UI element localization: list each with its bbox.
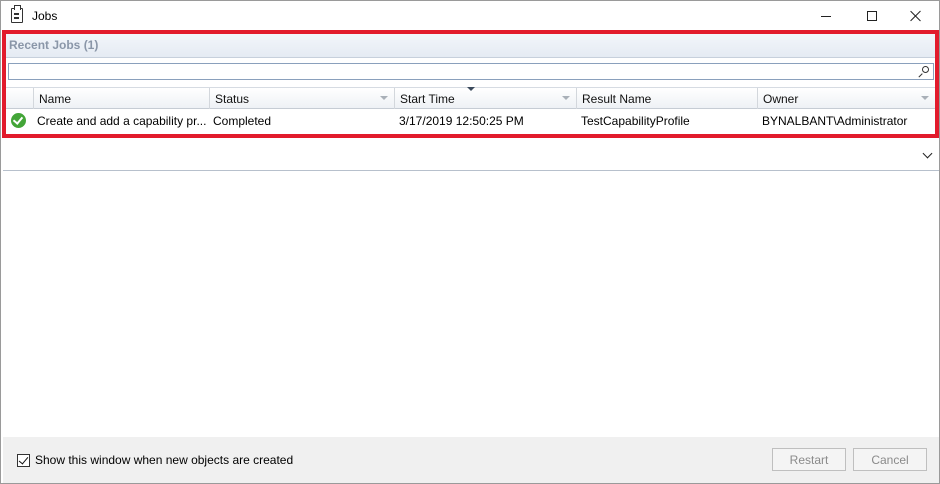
minimize-button[interactable] xyxy=(803,1,849,31)
success-check-icon xyxy=(11,113,26,128)
title-bar[interactable]: Jobs xyxy=(1,1,939,31)
sort-descending-icon xyxy=(467,87,475,91)
column-header-name[interactable]: Name xyxy=(33,88,209,109)
chevron-down-icon[interactable] xyxy=(922,148,933,159)
table-row[interactable]: Create and add a capability pr... Comple… xyxy=(6,110,935,132)
cell-start-time: 3/17/2019 12:50:25 PM xyxy=(399,114,524,128)
cancel-button[interactable]: Cancel xyxy=(853,448,927,471)
column-header-start-time[interactable]: Start Time xyxy=(394,87,576,109)
maximize-icon xyxy=(867,11,877,21)
clipboard-icon xyxy=(11,5,23,23)
recent-jobs-title: Recent Jobs (1) xyxy=(9,38,99,52)
cell-name: Create and add a capability pr... xyxy=(37,114,207,128)
search-input[interactable] xyxy=(8,63,934,80)
cell-owner: BYNALBANT\Administrator xyxy=(762,114,908,128)
maximize-button[interactable] xyxy=(849,1,895,31)
jobs-grid-header: Name Status Start Time Result Name Owner xyxy=(6,87,935,109)
footer-bar: Show this window when new objects are cr… xyxy=(3,437,939,483)
restart-button[interactable]: Restart xyxy=(772,448,846,471)
jobs-window: Jobs Recent Jobs (1) Name Status Start T… xyxy=(0,0,940,484)
filter-dropdown-icon[interactable] xyxy=(562,96,570,100)
minimize-icon xyxy=(821,15,831,17)
column-header-owner[interactable]: Owner xyxy=(757,88,935,109)
recent-jobs-header: Recent Jobs (1) xyxy=(3,32,937,58)
cell-result-name: TestCapabilityProfile xyxy=(581,114,690,128)
column-header-result-name[interactable]: Result Name xyxy=(576,88,757,109)
close-icon xyxy=(910,10,922,22)
search-icon[interactable] xyxy=(918,65,930,78)
job-details-area xyxy=(3,172,939,437)
close-button[interactable] xyxy=(893,1,939,31)
filter-dropdown-icon[interactable] xyxy=(380,96,388,100)
filter-dropdown-icon[interactable] xyxy=(921,96,929,100)
details-expander[interactable] xyxy=(3,138,939,171)
column-header-status-icon[interactable] xyxy=(6,88,33,109)
window-title: Jobs xyxy=(32,9,58,23)
show-window-label[interactable]: Show this window when new objects are cr… xyxy=(35,453,293,467)
show-window-checkbox[interactable] xyxy=(17,454,30,467)
cell-status: Completed xyxy=(213,114,272,128)
column-header-status[interactable]: Status xyxy=(209,88,394,109)
